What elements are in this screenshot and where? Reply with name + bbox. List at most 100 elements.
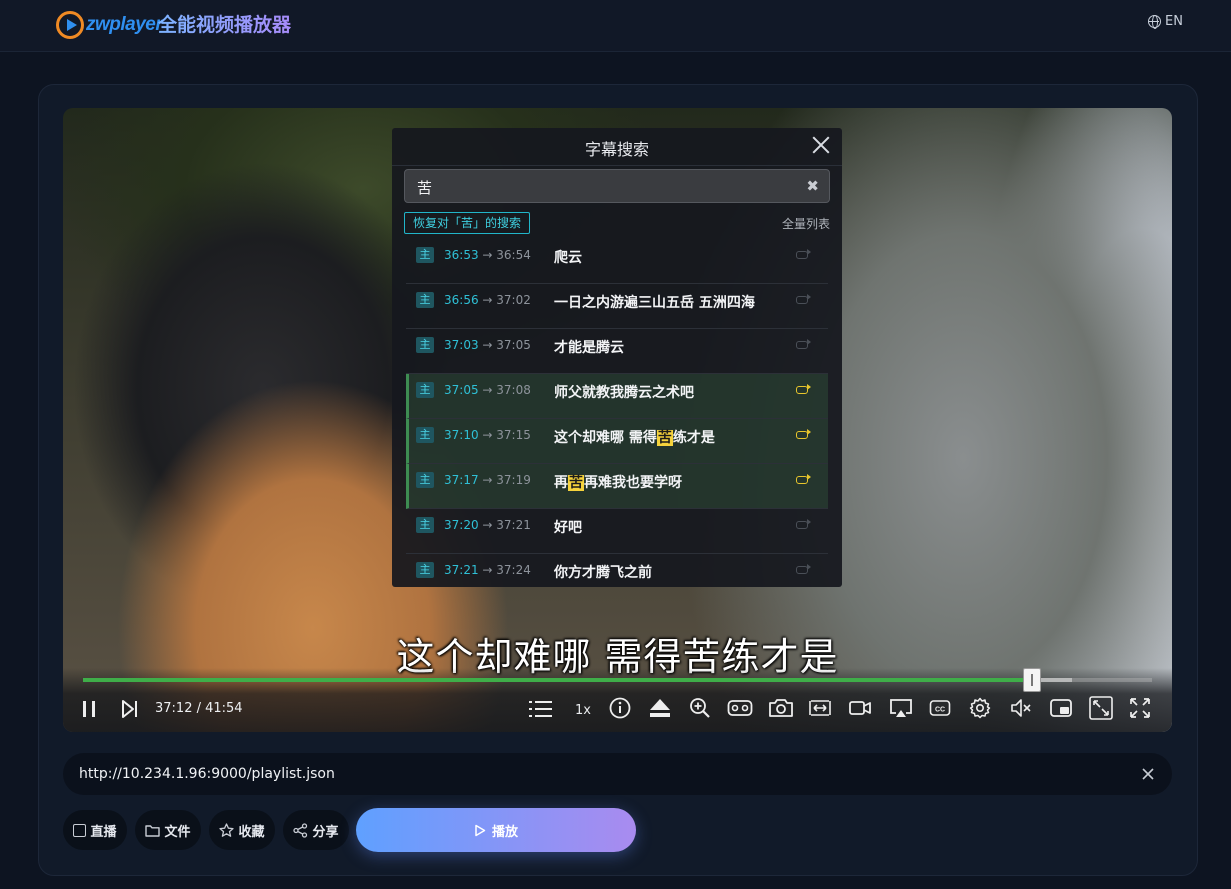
end-time: 37:05 bbox=[496, 338, 531, 352]
track-tag: 主 bbox=[416, 382, 434, 398]
track-tag: 主 bbox=[416, 427, 434, 443]
subtitle-result-row[interactable]: 主 37:17 → 37:19 再苦再难我也要学呀 bbox=[406, 464, 828, 509]
close-icon[interactable] bbox=[810, 134, 832, 156]
full-list-link[interactable]: 全量列表 bbox=[782, 215, 830, 232]
search-highlight: 苦 bbox=[656, 430, 673, 446]
subtitle-result-row[interactable]: 主 36:56 → 37:02 一日之内游遍三山五岳 五洲四海 bbox=[406, 284, 828, 329]
eject-icon[interactable] bbox=[648, 697, 672, 719]
share-label: 分享 bbox=[312, 824, 339, 840]
subtitle-search-box: ✖ bbox=[404, 169, 830, 203]
start-time: 37:05 bbox=[444, 383, 479, 397]
loop-icon[interactable] bbox=[796, 519, 811, 529]
end-time: 37:08 bbox=[496, 383, 531, 397]
checkbox-icon[interactable] bbox=[73, 823, 87, 837]
subtitle-text: 你方才腾飞之前 bbox=[554, 562, 652, 582]
subtitle-result-row[interactable]: 主 37:21 → 37:24 你方才腾飞之前 bbox=[406, 554, 828, 587]
pause-icon[interactable] bbox=[79, 698, 101, 720]
start-time: 37:10 bbox=[444, 428, 479, 442]
mute-icon[interactable] bbox=[1009, 697, 1033, 719]
web-fullscreen-icon[interactable] bbox=[1089, 696, 1113, 720]
subtitle-text: 一日之内游遍三山五岳 五洲四海 bbox=[554, 292, 755, 312]
track-tag: 主 bbox=[416, 247, 434, 263]
time-range: 37:05 → 37:08 bbox=[444, 383, 531, 397]
svg-text:CC: CC bbox=[935, 707, 945, 714]
end-time: 37:21 bbox=[496, 518, 531, 532]
subtitle-results-list: 主 36:53 → 36:54 爬云主 36:56 → 37:02 一日之内游遍三山五岳… bbox=[406, 239, 828, 587]
speed-button[interactable]: 1x bbox=[571, 698, 595, 722]
subtitle-result-row[interactable]: 主 37:10 → 37:15 这个却难哪 需得苦练才是 bbox=[406, 419, 828, 464]
subtitle-result-row[interactable]: 主 37:20 → 37:21 好吧 bbox=[406, 509, 828, 554]
video-player[interactable]: 这个却难哪 需得苦练才是 字幕搜索 ✖ 恢复对「苦」的搜索 全量列表 主36:5… bbox=[63, 108, 1172, 732]
live-button[interactable]: 直播 bbox=[63, 810, 127, 850]
subtitle-text: 师父就教我腾云之术吧 bbox=[554, 382, 694, 402]
play-logo-icon bbox=[56, 11, 84, 39]
start-time: 37:21 bbox=[444, 563, 479, 577]
arrow-separator: → bbox=[478, 248, 497, 262]
loop-icon[interactable] bbox=[796, 339, 811, 349]
panel-title: 字幕搜索 bbox=[584, 140, 649, 159]
subtitle-result-row[interactable]: 主 37:03 → 37:05 才能是腾云 bbox=[406, 329, 828, 374]
text-before: 爬云 bbox=[554, 250, 582, 266]
language-switch[interactable]: EN bbox=[1148, 14, 1183, 29]
text-after: 再难我也要学呀 bbox=[584, 475, 682, 491]
star-icon bbox=[219, 822, 235, 837]
favorite-button[interactable]: 收藏 bbox=[209, 810, 275, 850]
progress-played bbox=[83, 678, 1033, 682]
restore-search-button[interactable]: 恢复对「苦」的搜索 bbox=[404, 212, 531, 234]
text-after: 练才是 bbox=[672, 430, 715, 446]
share-button[interactable]: 分享 bbox=[283, 810, 349, 850]
favorite-label: 收藏 bbox=[238, 824, 265, 840]
start-time: 36:56 bbox=[444, 293, 479, 307]
clear-url-icon[interactable] bbox=[1142, 768, 1154, 780]
time-range: 37:20 → 37:21 bbox=[444, 518, 531, 532]
info-icon[interactable] bbox=[609, 697, 631, 719]
subtitles-icon[interactable]: CC bbox=[929, 698, 951, 718]
aspect-ratio-icon[interactable] bbox=[808, 697, 832, 719]
top-bar: zwplayer 全能视频播放器 EN bbox=[0, 0, 1231, 52]
settings-icon[interactable] bbox=[969, 697, 991, 719]
arrow-separator: → bbox=[478, 383, 497, 397]
time-range: 36:56 → 37:02 bbox=[444, 293, 531, 307]
end-time: 36:54 bbox=[496, 248, 531, 262]
subtitle-result-row[interactable]: 主 37:05 → 37:08 师父就教我腾云之术吧 bbox=[406, 374, 828, 419]
playlist-icon[interactable] bbox=[529, 698, 553, 720]
record-icon[interactable] bbox=[848, 697, 872, 719]
loop-icon[interactable] bbox=[796, 294, 811, 304]
clear-search-icon[interactable]: ✖ bbox=[806, 177, 819, 195]
text-before: 才能是腾云 bbox=[554, 340, 624, 356]
screenshot-icon[interactable] bbox=[768, 697, 794, 719]
loop-icon[interactable] bbox=[796, 384, 811, 394]
app-logo[interactable]: zwplayer bbox=[56, 9, 163, 41]
arrow-separator: → bbox=[478, 428, 497, 442]
end-time: 37:15 bbox=[496, 428, 531, 442]
next-icon[interactable] bbox=[119, 698, 141, 720]
track-tag: 主 bbox=[416, 562, 434, 578]
loop-icon[interactable] bbox=[796, 474, 811, 484]
time-display: 37:12 / 41:54 bbox=[155, 701, 243, 716]
loop-icon[interactable] bbox=[796, 249, 811, 259]
start-time: 37:17 bbox=[444, 473, 479, 487]
zoom-in-icon[interactable] bbox=[689, 697, 711, 719]
subtitle-text: 爬云 bbox=[554, 247, 582, 267]
start-time: 37:03 bbox=[444, 338, 479, 352]
subtitle-result-row[interactable]: 主 36:53 → 36:54 爬云 bbox=[406, 239, 828, 284]
subtitle-text: 再苦再难我也要学呀 bbox=[554, 472, 682, 492]
subtitle-search-input[interactable] bbox=[417, 176, 787, 198]
url-input[interactable] bbox=[79, 763, 1079, 785]
loop-icon[interactable] bbox=[796, 564, 811, 574]
picture-in-picture-icon[interactable] bbox=[1049, 697, 1073, 719]
arrow-separator: → bbox=[478, 518, 497, 532]
file-button[interactable]: 文件 bbox=[135, 810, 201, 850]
file-label: 文件 bbox=[164, 824, 191, 840]
play-button[interactable]: 播放 bbox=[356, 808, 636, 852]
fullscreen-icon[interactable] bbox=[1129, 697, 1151, 719]
loop-icon[interactable] bbox=[796, 429, 811, 439]
vr-icon[interactable] bbox=[727, 698, 753, 718]
progress-thumb[interactable] bbox=[1023, 668, 1042, 692]
text-before: 师父就教我腾云之术吧 bbox=[554, 385, 694, 401]
cast-icon[interactable] bbox=[889, 697, 913, 719]
text-before: 再 bbox=[554, 475, 568, 491]
folder-icon bbox=[145, 824, 161, 837]
subtitle-text: 才能是腾云 bbox=[554, 337, 624, 357]
progress-bar[interactable] bbox=[83, 668, 1152, 692]
